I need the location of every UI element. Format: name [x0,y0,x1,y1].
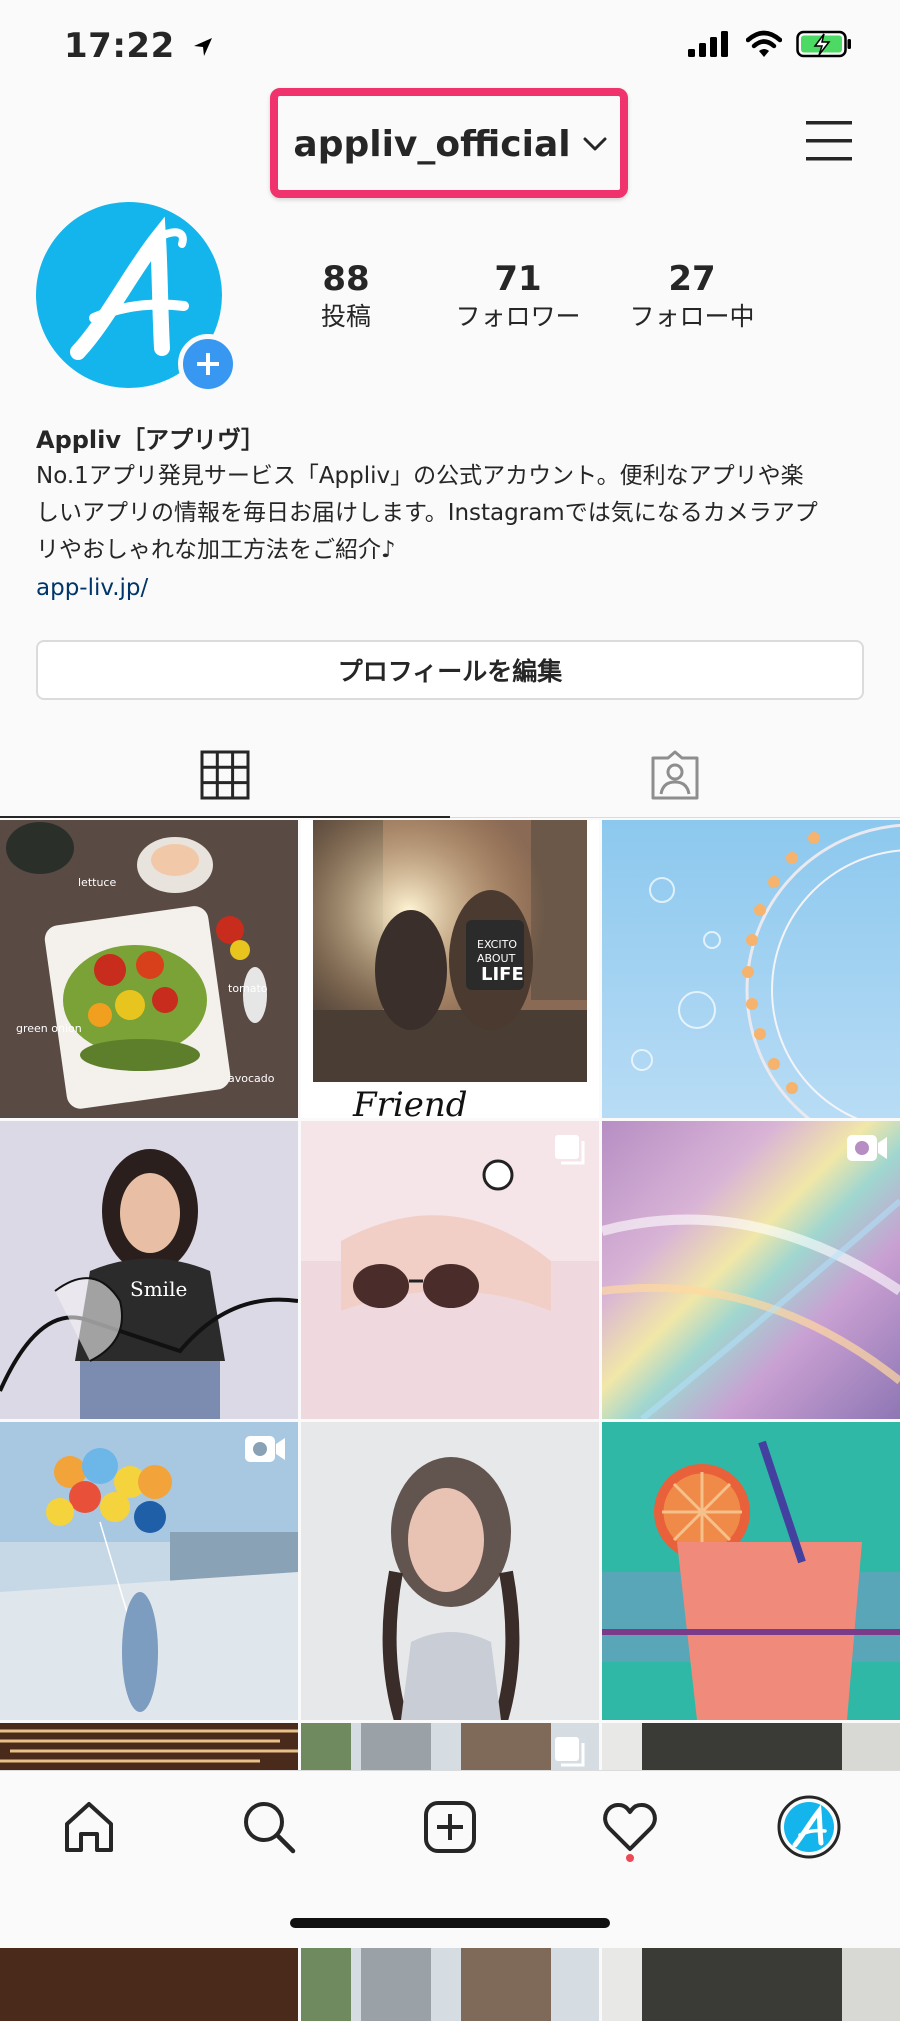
nav-search[interactable] [234,1792,304,1862]
posts-stat[interactable]: 88 投稿 [266,258,426,334]
hamburger-menu-icon [806,121,852,161]
active-tab-indicator [0,816,450,818]
nav-home[interactable] [54,1792,124,1862]
portrait-photo [301,1422,599,1720]
caption-text: Friend [352,1085,468,1118]
website-link[interactable]: app-liv.jp/ [36,569,876,607]
food-label: green onion [16,1022,82,1035]
post-thumbnail[interactable] [0,1422,298,1720]
food-photo: lettuce tomato green onion avocado [0,820,298,1118]
post-thumbnail[interactable]: Smile [0,1121,298,1419]
followers-stat[interactable]: 71 フォロワー [438,258,598,334]
post-thumbnail[interactable] [301,1121,599,1419]
display-name: Appliv［アプリヴ］ [36,426,266,454]
posts-count: 88 [322,259,370,299]
username-highlight-box [270,88,628,198]
drink-popart-photo [602,1422,900,1720]
post-thumbnail[interactable] [301,1422,599,1720]
food-label: tomato [228,982,268,995]
bio-line: しいアプリの情報を毎日お届けします。Instagramでは気になるカメラアプ [36,500,818,526]
post-thumbnail[interactable]: EXCITO ABOUT LIFE Friend [301,820,599,1118]
status-indicators [688,30,852,58]
home-icon [65,1802,113,1852]
holographic-photo [602,1121,900,1419]
followers-count: 71 [494,259,542,299]
ferris-wheel-photo [602,820,900,1118]
food-label: lettuce [78,876,116,889]
grid-icon [200,750,250,800]
nav-new-post[interactable] [415,1792,485,1862]
bio-line: No.1アプリ発見サービス「Appliv」の公式アカウント。便利なアプリや楽 [36,463,804,489]
posts-label: 投稿 [320,302,371,331]
followers-label: フォロワー [455,302,581,331]
menu-button[interactable] [806,120,852,162]
nav-activity[interactable] [595,1792,665,1862]
nav-profile[interactable] [774,1792,844,1862]
shirt-text: Smile [130,1277,187,1301]
battery-charging-icon [796,30,851,58]
bio-line: リやおしゃれな加工方法をご紹介♪ [36,537,396,563]
plus-icon [197,353,219,375]
post-thumbnail[interactable]: lettuce tomato green onion avocado [0,820,298,1118]
profile-bio: Appliv［アプリヴ］ No.1アプリ発見サービス「Appliv」の公式アカウ… [36,422,876,607]
cellular-signal-icon [688,31,728,57]
add-post-icon [424,1801,476,1853]
video-icon [245,1436,285,1462]
time-text: 17:22 [64,26,175,66]
bag-text: LIFE [481,964,524,985]
search-icon [244,1802,296,1854]
tagged-person-icon [651,750,699,800]
edit-profile-button[interactable]: プロフィールを編集 [36,640,864,700]
tab-grid[interactable] [0,732,450,818]
location-arrow-icon [194,38,213,56]
following-count: 27 [668,259,716,299]
tab-tagged[interactable] [450,732,900,818]
carousel-icon [555,1135,585,1165]
food-label: avocado [228,1072,275,1085]
following-stat[interactable]: 27 フォロー中 [612,258,772,334]
notification-dot [626,1854,634,1862]
bag-text: EXCITO [477,938,517,951]
video-icon [847,1135,887,1161]
profile-avatar-icon [777,1795,841,1859]
add-story-button[interactable] [178,334,238,394]
status-time: 17:22 [64,26,215,66]
carousel-icon [555,1737,585,1767]
tab-divider [450,817,900,818]
friends-sunset-photo: EXCITO ABOUT LIFE Friend [301,820,599,1118]
wifi-icon [746,30,782,57]
following-label: フォロー中 [629,302,755,331]
smile-shirt-photo: Smile [0,1121,298,1419]
balloons-photo [0,1422,298,1720]
post-thumbnail[interactable] [602,1422,900,1720]
heart-icon [603,1803,657,1851]
post-thumbnail[interactable] [602,1121,900,1419]
home-indicator [290,1918,610,1928]
post-thumbnail[interactable] [602,820,900,1118]
